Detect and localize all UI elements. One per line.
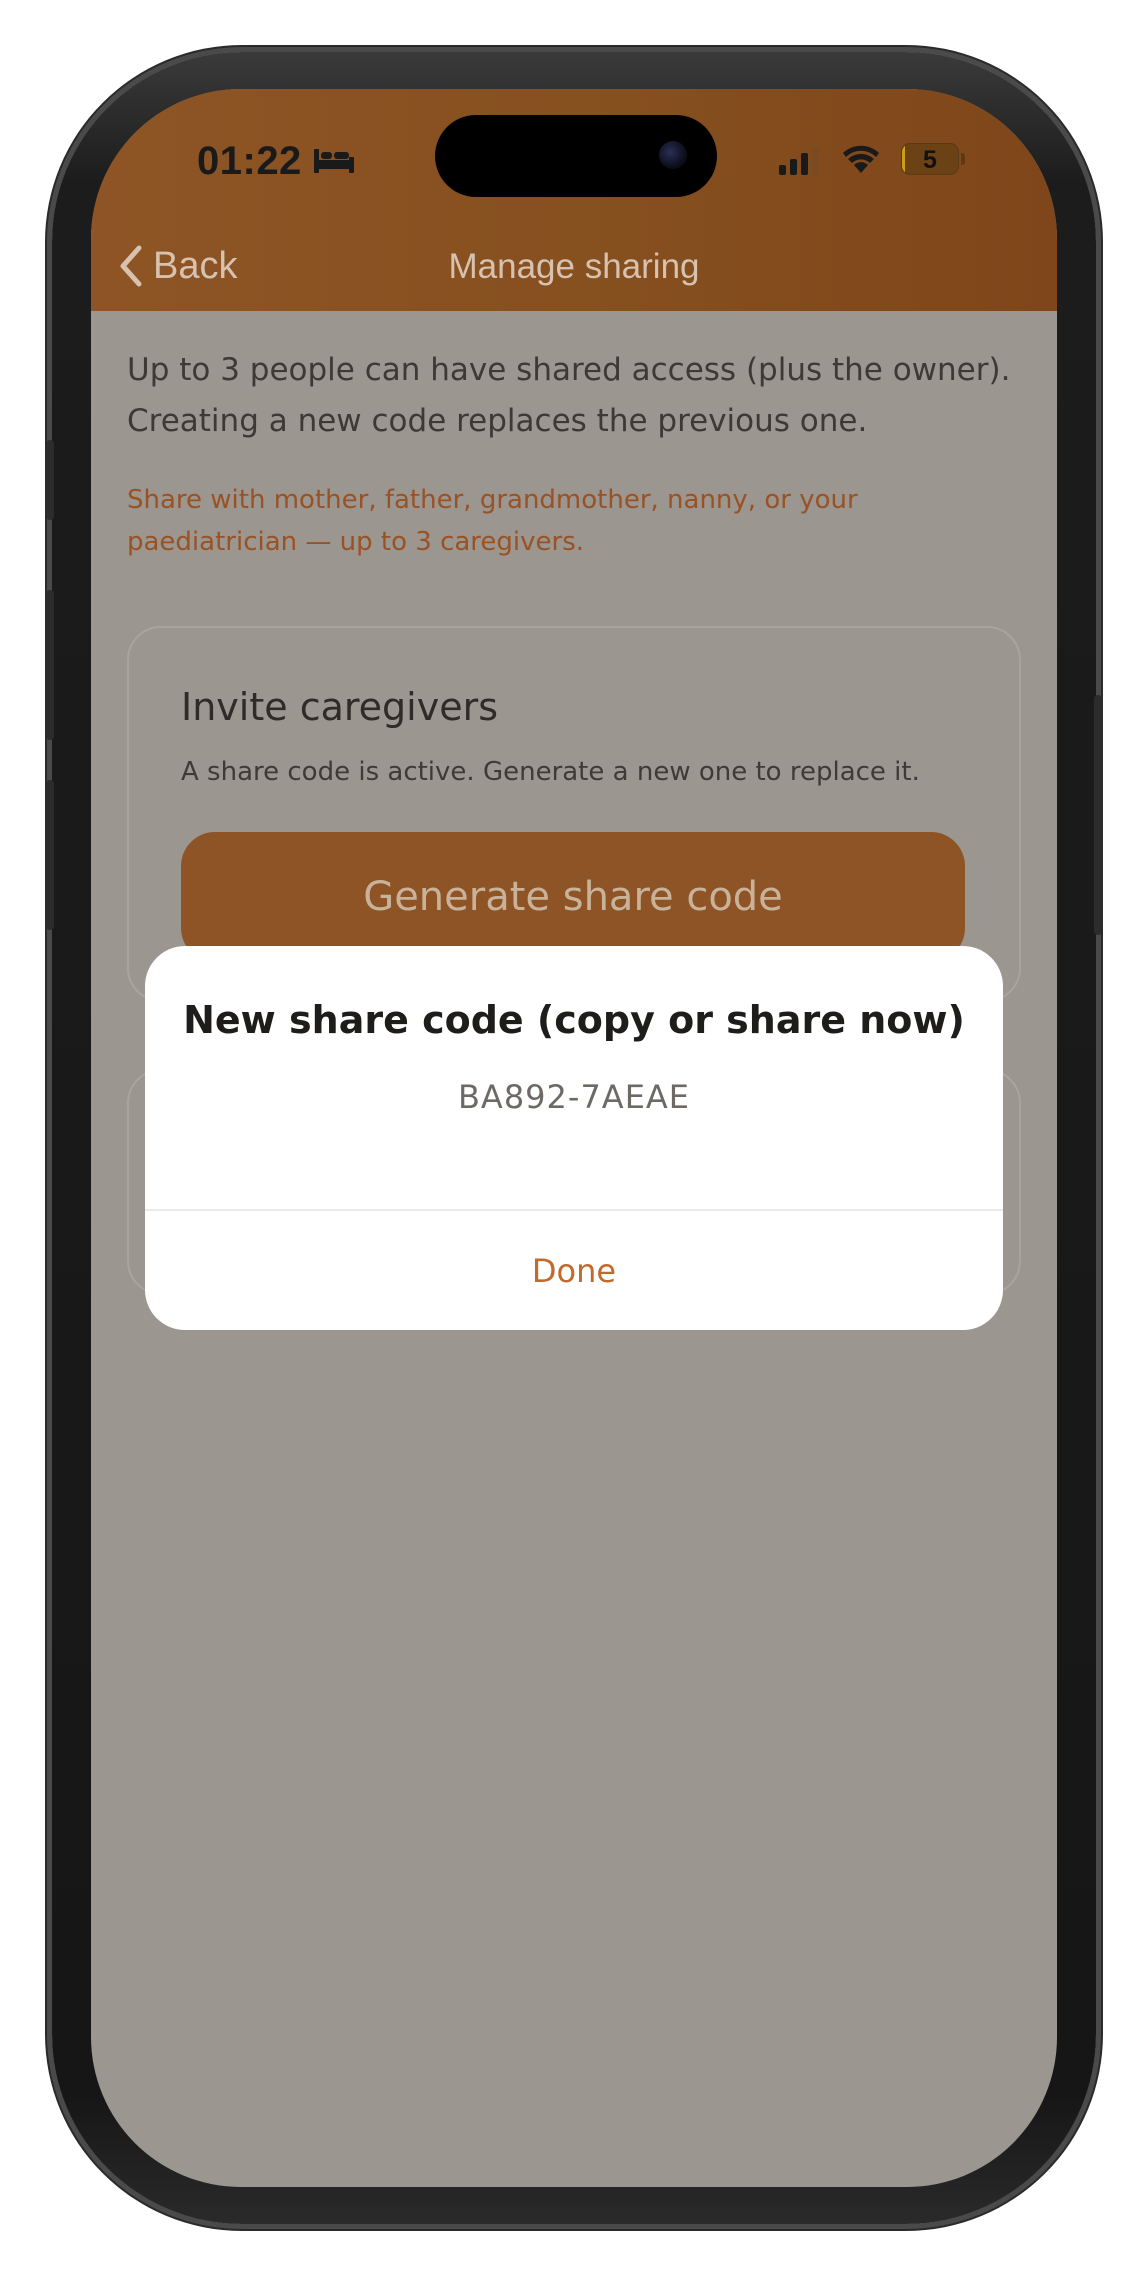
volume-up-button [46,590,54,740]
app-header: 01:22 5 Back Manage sharing [91,89,1057,311]
dynamic-island [435,115,717,197]
hint-text: Share with mother, father, grandmother, … [127,485,858,557]
battery-level: 5 [923,146,937,174]
generate-share-code-button[interactable]: Generate share code [181,832,965,962]
power-button [1094,695,1102,935]
battery-tip [961,153,965,165]
status-time: 01:22 [197,139,302,183]
intro-text: Up to 3 people can have shared access (p… [127,352,1011,439]
share-code-dialog: New share code (copy or share now) BA892… [145,946,1003,1330]
wifi-icon [843,145,879,173]
phone-screen: 01:22 5 Back Manage sharing Up to 3 peop… [91,89,1057,2187]
dialog-title: New share code (copy or share now) [183,998,965,1042]
camera-icon [659,141,687,169]
share-code-value[interactable]: BA892-7AEAE [145,1078,1003,1116]
invite-card-title: Invite caregivers [181,685,499,729]
done-button[interactable]: Done [145,1211,1003,1330]
action-button [46,440,54,520]
page-title: Manage sharing [448,247,700,286]
cellular-signal-icon [779,147,819,175]
invite-card-description: A share code is active. Generate a new o… [181,757,920,787]
volume-down-button [46,780,54,930]
battery-indicator: 5 [901,143,959,175]
bed-icon [314,149,354,173]
